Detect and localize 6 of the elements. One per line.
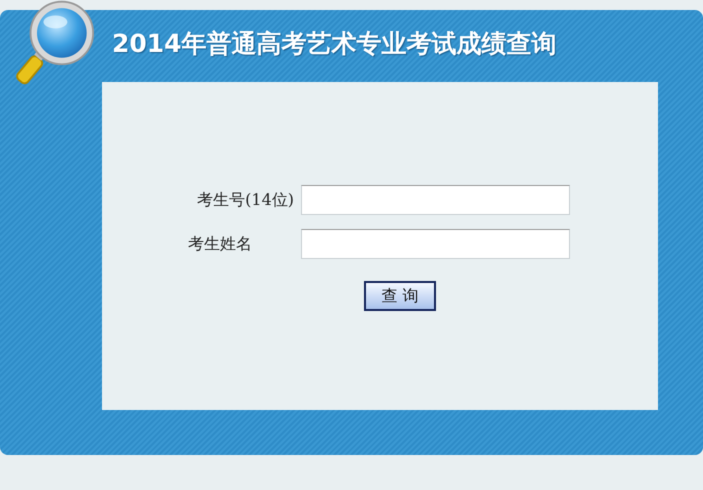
search-button[interactable]: 查 询 [364, 281, 436, 311]
field-label: 考生姓名 [187, 234, 253, 254]
field-label: 考生号(14位) [196, 190, 294, 210]
input-field[interactable] [301, 229, 570, 259]
page-title: 2014年普通高考艺术专业考试成绩查询 [111, 28, 558, 60]
input-field[interactable] [301, 185, 570, 215]
